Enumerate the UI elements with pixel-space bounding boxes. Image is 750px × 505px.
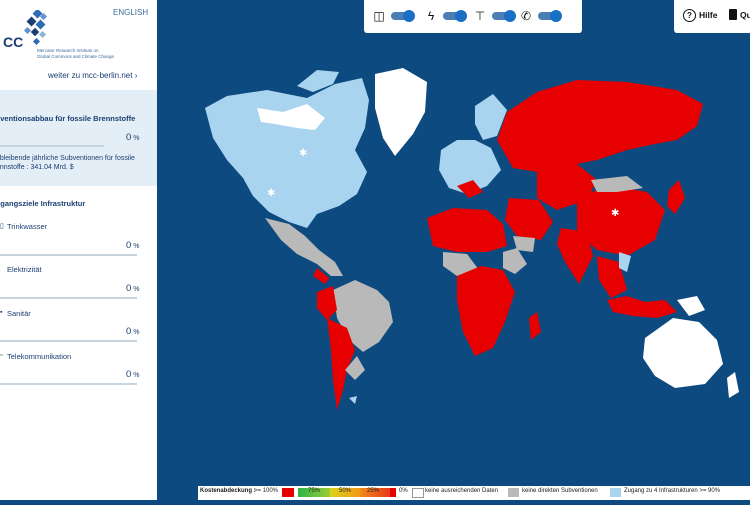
item-percent-elektrizitaet: 0% bbox=[126, 283, 140, 294]
mcc-website-link[interactable]: weiter zu mcc-berlin.net › bbox=[48, 71, 137, 80]
mcc-logo-icon bbox=[23, 10, 48, 46]
legend-0-label: 0% bbox=[399, 488, 408, 494]
legend-50-label: 50% bbox=[339, 488, 352, 494]
help-icon[interactable]: ? bbox=[683, 9, 696, 22]
toggle-switch[interactable] bbox=[492, 10, 516, 22]
subsidy-section: ...ventionsabbau für fossile Brennstoffe… bbox=[0, 90, 157, 186]
legend-title: Kostenabdeckung : bbox=[200, 488, 256, 494]
slider-trinkwasser[interactable] bbox=[0, 254, 137, 256]
toggle-switch[interactable] bbox=[391, 10, 415, 22]
item-label-sanitaer: Sanitär bbox=[7, 309, 31, 318]
subsidy-percent: 0% bbox=[126, 132, 140, 143]
slider-sanitaer[interactable] bbox=[0, 340, 137, 342]
region-east-africa-gray[interactable] bbox=[503, 248, 527, 274]
item-label-elektrizitaet: Elektrizität bbox=[7, 265, 42, 274]
infrastructure-title: ...gangsziele Infrastruktur bbox=[0, 199, 86, 208]
faucet-icon: ⊤ bbox=[474, 9, 486, 23]
legend-swatch-no-subsidies bbox=[508, 488, 519, 497]
region-south-islands[interactable] bbox=[349, 396, 357, 404]
sidebar: ENGLISH CC Mercator Research Institute o… bbox=[0, 0, 157, 500]
sources-link[interactable]: Qu bbox=[740, 10, 750, 20]
region-central-africa[interactable] bbox=[457, 266, 515, 356]
usa-marker-icon: ✱ bbox=[267, 188, 275, 199]
region-new-zealand[interactable] bbox=[727, 372, 739, 398]
item-label-telekommunikation: Telekommunikation bbox=[7, 352, 72, 361]
legend-full-label: >= 100% bbox=[254, 488, 279, 494]
region-india[interactable] bbox=[557, 228, 593, 284]
language-link[interactable]: ENGLISH bbox=[113, 8, 148, 17]
legend-75-label: 75% bbox=[308, 488, 321, 494]
region-papua[interactable] bbox=[677, 296, 705, 316]
world-map[interactable]: ✱ ✱ ✱ bbox=[157, 0, 750, 500]
legend-25-label: 25% bbox=[367, 488, 380, 494]
phone-icon: ✆ bbox=[520, 9, 532, 23]
region-north-america[interactable] bbox=[205, 78, 369, 228]
legend-no-data-label: keine ausreichenden Daten bbox=[425, 488, 499, 494]
region-madagascar[interactable] bbox=[529, 312, 541, 340]
region-australia[interactable] bbox=[643, 318, 723, 388]
region-greenland[interactable] bbox=[375, 68, 427, 156]
legend-swatch-access bbox=[610, 488, 621, 497]
faucet-icon: ▪ bbox=[0, 309, 3, 316]
legend-swatch-full bbox=[282, 488, 294, 497]
help-bar: ? Hilfe Qu bbox=[674, 0, 750, 33]
region-mongolia[interactable] bbox=[591, 176, 643, 192]
region-middle-east[interactable] bbox=[505, 198, 553, 240]
region-north-africa[interactable] bbox=[427, 208, 507, 252]
canada-marker-icon: ✱ bbox=[299, 148, 307, 159]
region-russia[interactable] bbox=[497, 80, 703, 172]
clipboard-icon[interactable] bbox=[729, 9, 737, 20]
water-glass-icon: ▯ bbox=[0, 223, 4, 230]
logo-description: Mercator Research Institute on Global Co… bbox=[37, 48, 115, 59]
water-glass-icon: ◫ bbox=[373, 9, 385, 23]
infrastructure-toggle-bar: ◫ ϟ ⊤ ✆ bbox=[364, 0, 582, 33]
item-label-trinkwasser: Trinkwasser bbox=[7, 222, 48, 231]
world-map-svg[interactable]: ✱ ✱ ✱ bbox=[157, 0, 750, 500]
region-japan[interactable] bbox=[667, 180, 685, 214]
slider-telekommunikation[interactable] bbox=[0, 383, 137, 385]
legend-swatch-no-data bbox=[412, 488, 424, 498]
item-percent-telekommunikation: 0% bbox=[126, 369, 140, 380]
subsidy-title: ...ventionsabbau für fossile Brennstoffe bbox=[0, 114, 136, 123]
lightning-icon: ϟ bbox=[427, 9, 435, 23]
legend-swatch-0 bbox=[390, 488, 396, 497]
china-marker-icon: ✱ bbox=[611, 208, 619, 219]
subsidy-remaining-text: ...bleibende jährliche Subventionen für … bbox=[0, 155, 135, 171]
item-percent-sanitaer: 0% bbox=[126, 326, 140, 337]
toggle-switch[interactable] bbox=[538, 10, 562, 22]
logo-wordmark: CC bbox=[3, 34, 24, 50]
subsidy-slider[interactable] bbox=[0, 145, 104, 147]
toggle-switch[interactable] bbox=[443, 10, 467, 22]
map-legend: Kostenabdeckung : >= 100% 75% 50% 25% 0%… bbox=[198, 486, 750, 500]
phone-icon: ▫ bbox=[0, 352, 3, 359]
region-indonesia[interactable] bbox=[607, 296, 677, 318]
legend-access-label: Zugang zu 4 Infrastrukturen >= 90% bbox=[624, 488, 721, 494]
item-percent-trinkwasser: 0% bbox=[126, 240, 140, 251]
slider-elektrizitaet[interactable] bbox=[0, 297, 137, 299]
legend-no-subsidies-label: keine direkten Subventionen bbox=[522, 488, 598, 494]
help-link[interactable]: Hilfe bbox=[699, 10, 717, 20]
